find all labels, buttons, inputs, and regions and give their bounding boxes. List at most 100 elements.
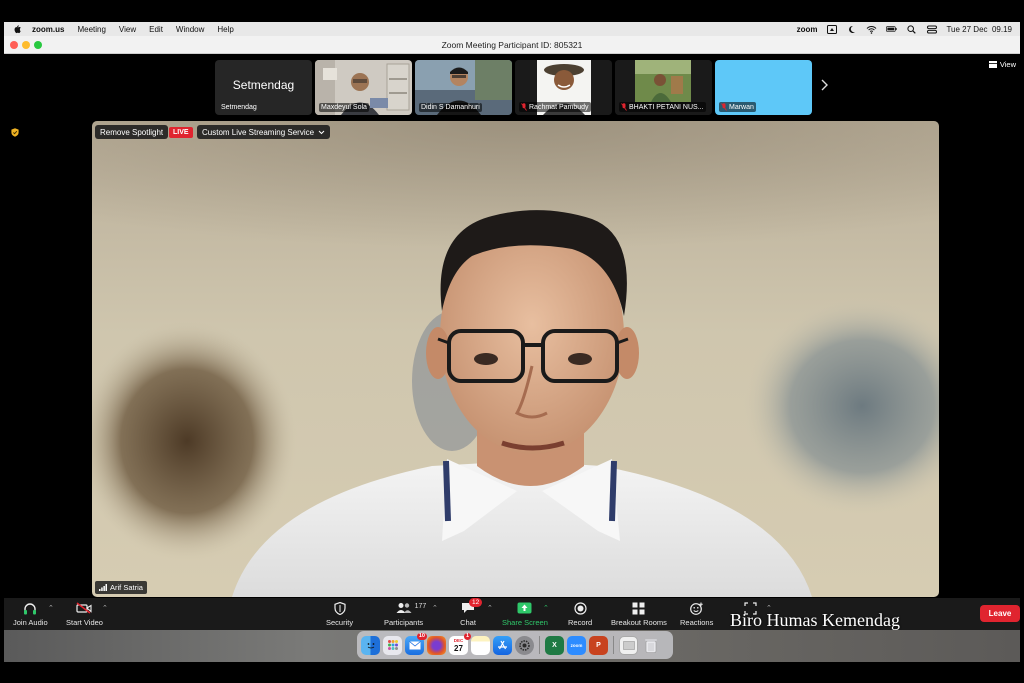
mic-muted-icon (521, 103, 527, 111)
zoom-meeting-area: Setmendag Setmendag Maxdeyul Sola Didin … (4, 54, 1020, 630)
participant-tile-didin-s-damanhuri[interactable]: Didin S Damanhuri (415, 60, 512, 115)
notes-icon[interactable] (471, 635, 490, 655)
participants-count: 177 (414, 603, 427, 610)
speaker-name: Arif Satria (110, 583, 143, 592)
zoom-dock-icon[interactable]: zoom (567, 635, 586, 655)
dock-separator (539, 636, 540, 654)
broadcast-watermark: Biro Humas Kemendag (730, 610, 900, 630)
participants-icon (396, 603, 412, 613)
signal-bars-icon (99, 584, 107, 591)
security-button[interactable]: Security (326, 601, 353, 627)
menu-edit[interactable]: Edit (149, 25, 163, 34)
app-store-icon[interactable] (493, 635, 512, 655)
share-options-caret[interactable]: ⌃ (543, 604, 549, 612)
apple-icon[interactable] (12, 24, 22, 34)
excel-icon[interactable]: X (545, 635, 564, 655)
screen: zoom.us Meeting View Edit Window Help zo… (0, 0, 1024, 683)
mic-muted-icon (721, 103, 727, 111)
wifi-icon[interactable] (866, 25, 877, 34)
screenshot-file-icon[interactable] (619, 635, 638, 655)
menu-window[interactable]: Window (176, 25, 204, 34)
share-screen-button[interactable]: Share Screen (502, 601, 548, 627)
record-button[interactable]: Record (568, 601, 592, 627)
participant-name-label: BHAKTI PETANI NUS... (619, 102, 706, 112)
share-screen-icon (517, 602, 532, 614)
shield-icon (333, 601, 346, 615)
firefox-icon[interactable] (427, 635, 446, 655)
search-icon[interactable] (906, 24, 917, 34)
launchpad-icon[interactable] (383, 635, 402, 655)
participant-tile-marwan[interactable]: Marwan (715, 60, 812, 115)
participants-options-caret[interactable]: ⌃ (432, 604, 438, 612)
status-zoom-label[interactable]: zoom (797, 25, 818, 34)
remove-spotlight-button[interactable]: Remove Spotlight (95, 125, 169, 139)
chevron-right-icon[interactable] (819, 79, 829, 91)
grid-view-icon (988, 61, 997, 68)
participant-name: Rachmat Pambudy (529, 103, 589, 111)
chat-unread-badge: 12 (469, 598, 483, 607)
live-streaming-service-dropdown[interactable]: Custom Live Streaming Service (197, 125, 331, 139)
window-close-button[interactable] (10, 41, 18, 49)
participant-thumbnail-strip: Setmendag Setmendag Maxdeyul Sola Didin … (215, 60, 812, 115)
dock-separator (613, 636, 614, 654)
leave-button[interactable]: Leave (980, 605, 1020, 622)
participants-button[interactable]: 177 Participants (384, 601, 426, 627)
spotlight-video: Remove Spotlight LIVE Custom Live Stream… (92, 121, 939, 597)
participant-name-label: Marwan (719, 102, 756, 112)
mail-badge: 10 (416, 632, 427, 640)
join-audio-button[interactable]: Join Audio (13, 601, 48, 627)
reactions-button[interactable]: Reactions (680, 601, 713, 627)
live-badge: LIVE (169, 127, 193, 138)
menu-meeting[interactable]: Meeting (77, 25, 105, 34)
window-fullscreen-button[interactable] (34, 41, 42, 49)
moon-icon[interactable] (846, 25, 857, 34)
trash-icon[interactable] (641, 636, 660, 655)
participant-tile-bhakti-petani[interactable]: BHAKTI PETANI NUS... (615, 60, 712, 115)
breakout-rooms-label: Breakout Rooms (611, 618, 667, 627)
smiley-plus-icon (689, 602, 703, 615)
menu-help[interactable]: Help (217, 25, 233, 34)
reactions-label: Reactions (680, 618, 714, 627)
record-label: Record (568, 618, 593, 627)
speaker-video-frame (92, 121, 939, 597)
window-title: Zoom Meeting Participant ID: 805321 (441, 39, 583, 50)
window-minimize-button[interactable] (22, 41, 30, 49)
menu-app-name[interactable]: zoom.us (32, 25, 64, 34)
calendar-day: 27 (454, 644, 463, 653)
participant-tile-setmendag[interactable]: Setmendag Setmendag (215, 60, 312, 115)
macos-menu-bar: zoom.us Meeting View Edit Window Help zo… (4, 22, 1020, 36)
menubar-clock[interactable]: Tue 27 Dec 09.19 (946, 25, 1012, 34)
powerpoint-icon[interactable]: P (589, 635, 608, 655)
chat-label: Chat (460, 618, 476, 627)
participant-tile-rachmat-pambudy[interactable]: Rachmat Pambudy (515, 60, 612, 115)
video-options-caret[interactable]: ⌃ (102, 604, 108, 612)
calendar-icon[interactable]: DEC 27 1 (449, 632, 471, 655)
view-button-label: View (999, 60, 1016, 69)
security-shield-icon[interactable] (11, 128, 19, 137)
record-icon (573, 601, 587, 615)
start-video-button[interactable]: Start Video (66, 601, 103, 627)
remove-spotlight-label: Remove Spotlight (100, 127, 164, 137)
breakout-rooms-button[interactable]: Breakout Rooms (611, 601, 667, 627)
menu-view[interactable]: View (119, 25, 136, 34)
audio-options-caret[interactable]: ⌃ (48, 604, 54, 612)
mic-muted-icon (621, 103, 627, 111)
finder-icon[interactable] (361, 635, 380, 655)
participant-name: Didin S Damanhuri (421, 104, 480, 111)
mail-icon[interactable]: 10 (405, 632, 427, 655)
system-settings-icon[interactable] (515, 635, 534, 655)
security-label: Security (326, 618, 354, 627)
participant-name: BHAKTI PETANI NUS... (629, 103, 704, 111)
participant-name-label: Didin S Damanhuri (419, 103, 482, 112)
battery-icon[interactable] (886, 25, 898, 34)
participant-tile-maxdeyul-sola[interactable]: Maxdeyul Sola (315, 60, 412, 115)
participant-name: Setmendag (221, 104, 257, 111)
chat-button[interactable]: 12 Chat (460, 598, 483, 627)
screen-share-status-icon[interactable] (826, 24, 837, 34)
start-video-label: Start Video (66, 618, 103, 627)
view-button[interactable]: View (988, 60, 1016, 69)
chevron-down-icon (318, 130, 325, 134)
participant-name: Maxdeyul Sola (321, 104, 367, 111)
control-center-icon[interactable] (926, 25, 937, 34)
chat-options-caret[interactable]: ⌃ (487, 604, 493, 612)
